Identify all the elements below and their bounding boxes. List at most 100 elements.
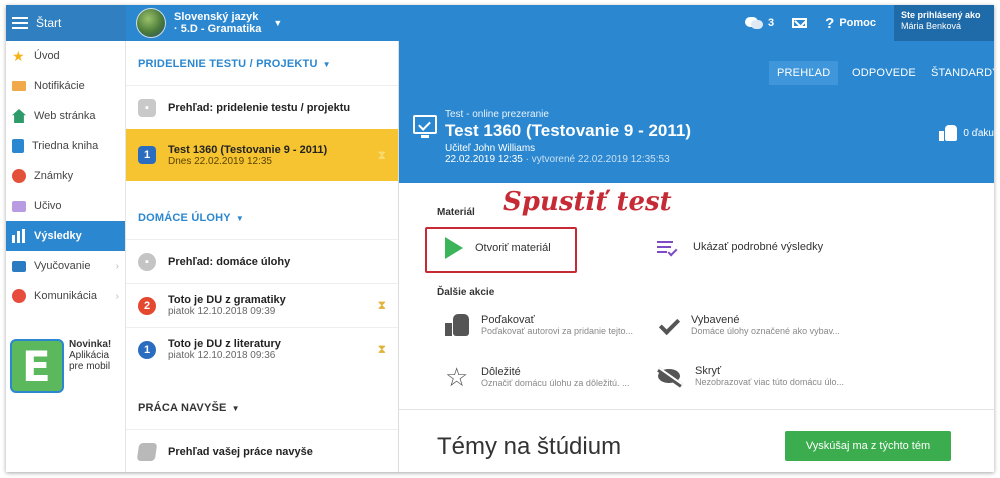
home-icon: [12, 109, 26, 123]
subject-class: · 5.D - Gramatika: [174, 23, 262, 35]
overview-tests-row[interactable]: ▪ Prehľad: pridelenie testu / projektu: [126, 85, 398, 129]
action-title: Skryť: [695, 365, 722, 377]
presentation-icon: [413, 115, 437, 138]
sidebar-item-uvod[interactable]: ★ Úvod: [6, 41, 125, 71]
teacher-name: Učiteľ John Williams: [445, 143, 536, 154]
section-header-extra-work[interactable]: PRÁCA NAVYŠE ▼: [126, 385, 398, 429]
star-outline-icon: ☆: [445, 362, 469, 392]
sidebar-item-komunikacia[interactable]: Komunikácia ›: [6, 281, 125, 311]
row-text: Toto je DU z literatury piatok 12.10.201…: [168, 338, 281, 361]
row-number: 2: [138, 296, 156, 315]
row-date: piatok 12.10.2018 09:39: [168, 306, 276, 317]
sidebar-item-label: Úvod: [34, 50, 60, 62]
subject-selector[interactable]: Slovenský jazyk · 5.D - Gramatika ▼: [136, 8, 282, 38]
hourglass-icon: ⧗: [377, 342, 386, 356]
row-title: Test 1360 (Testovanie 9 - 2011): [168, 143, 328, 156]
test-date: 22.02.2019 12:35: [445, 154, 523, 165]
top-bar-right: 3 ? Pomoc Ste prihlásený ako Mária Benko…: [745, 5, 994, 41]
thank-action[interactable]: Poďakovať Poďakovať autorovi za pridanie…: [445, 314, 633, 336]
action-text: Poďakovať Poďakovať autorovi za pridanie…: [481, 314, 633, 336]
row-number: 1: [138, 340, 156, 359]
sidebar: ★ Úvod Notifikácie Web stránka Triedna k…: [6, 41, 126, 472]
important-action[interactable]: ☆ Dôležité Označiť domácu úlohu za dôlež…: [445, 362, 630, 392]
row-text: Toto je DU z gramatiky piatok 12.10.2018…: [168, 294, 286, 317]
top-bar: Štart Slovenský jazyk · 5.D - Gramatika …: [6, 5, 994, 41]
thumbs-up-icon: [445, 314, 469, 336]
homework-row[interactable]: 1 Toto je DU z literatury piatok 12.10.2…: [126, 327, 398, 371]
done-action[interactable]: Vybavené Domáce úlohy označené ako vybav…: [657, 314, 840, 336]
chevron-down-icon: ▼: [273, 18, 283, 28]
section-title: DOMÁCE ÚLOHY: [138, 212, 231, 224]
action-text: Vybavené Domáce úlohy označené ako vybav…: [691, 314, 840, 336]
hide-action[interactable]: Skryť Nezobrazovať viac túto domácu úlo.…: [657, 365, 844, 387]
messages-button[interactable]: 3: [745, 16, 775, 30]
help-button[interactable]: ? Pomoc: [825, 15, 876, 32]
sidebar-item-vysledky[interactable]: Výsledky: [6, 221, 125, 251]
test-row-selected[interactable]: 1 Test 1360 (Testovanie 9 - 2011) Dnes 2…: [126, 129, 398, 181]
material-heading: Materiál: [437, 207, 475, 218]
start-menu-button[interactable]: Štart: [6, 5, 126, 41]
divider: [399, 409, 994, 410]
test-dates: 22.02.2019 12:35 · vytvorené 22.02.2019 …: [445, 154, 691, 165]
section-title: PRÁCA NAVYŠE: [138, 402, 227, 414]
promo-title: Novinka!: [69, 339, 112, 350]
section-header-homework[interactable]: DOMÁCE ÚLOHY ▼: [126, 195, 398, 239]
tab-odpovede[interactable]: ODPOVEDE: [844, 61, 924, 85]
test-me-topics-button[interactable]: Vyskúšaj ma z týchto tém: [785, 431, 951, 461]
show-results-button[interactable]: Ukázať podrobné výsledky: [657, 239, 824, 257]
teaching-icon: [12, 260, 26, 272]
user-info[interactable]: Ste prihlásený ako Mária Benková: [894, 5, 994, 41]
test-header: Test - online prezeranie Test 1360 (Test…: [399, 105, 994, 183]
chevron-down-icon: ▼: [231, 404, 240, 413]
overview-icon: ▪: [138, 252, 156, 271]
logged-in-label: Ste prihlásený ako: [901, 10, 981, 20]
tab-standardy[interactable]: ŠTANDARDY: [923, 61, 994, 85]
sidebar-item-znamky[interactable]: Známky: [6, 161, 125, 191]
subject-title: Slovenský jazyk: [174, 11, 259, 23]
chevron-right-icon: ›: [115, 260, 119, 272]
results-list-icon: [657, 239, 681, 257]
sidebar-item-vyucovanie[interactable]: Vyučovanie ›: [6, 251, 125, 281]
annotation-label: Spustiť test: [503, 187, 672, 217]
overview-homework-row[interactable]: ▪ Prehľad: domáce úlohy: [126, 239, 398, 283]
main-panel: PREHĽAD ODPOVEDE ŠTANDARDY Test - online…: [399, 41, 994, 472]
more-actions-heading: Ďalšie akcie: [437, 287, 495, 298]
sidebar-item-ucivo[interactable]: Učivo: [6, 191, 125, 221]
subject-name: Slovenský jazyk · 5.D - Gramatika: [174, 11, 261, 35]
messages-count: 3: [768, 17, 775, 29]
learning-icon: [12, 200, 26, 212]
overview-extra-work-row[interactable]: Prehľad vašej práce navyše: [126, 429, 398, 472]
menu-icon: [12, 17, 28, 29]
chat-icon: [12, 289, 26, 303]
document-icon: [136, 442, 158, 461]
sidebar-item-label: Učivo: [34, 200, 62, 212]
sidebar-item-label: Vyučovanie: [34, 260, 91, 272]
homework-row[interactable]: 2 Toto je DU z gramatiky piatok 12.10.20…: [126, 283, 398, 327]
action-description: Domáce úlohy označené ako vybav...: [691, 326, 840, 336]
action-description: Označiť domácu úlohu za dôležitú. ...: [481, 378, 630, 388]
book-icon: [12, 139, 24, 153]
action-description: Nezobrazovať viac túto domácu úlo...: [695, 377, 844, 387]
tab-prehlad[interactable]: PREHĽAD: [769, 61, 839, 85]
sidebar-item-web-stranka[interactable]: Web stránka: [6, 101, 125, 131]
sidebar-item-label: Známky: [34, 170, 74, 182]
chevron-down-icon: ▼: [322, 60, 331, 69]
mobile-app-promo[interactable]: E Novinka! Aplikácia pre mobil: [10, 339, 122, 395]
checkmark-icon: [657, 314, 679, 336]
section-title: PRIDELENIE TESTU / PROJEKTU: [138, 58, 318, 70]
overview-icon: ▪: [138, 98, 156, 117]
sidebar-item-label: Výsledky: [34, 230, 82, 242]
row-title: Prehľad: pridelenie testu / projektu: [168, 101, 351, 114]
sidebar-item-notifikacie[interactable]: Notifikácie: [6, 71, 125, 101]
tab-bar: PREHĽAD ODPOVEDE ŠTANDARDY: [399, 41, 994, 105]
section-header-tests[interactable]: PRIDELENIE TESTU / PROJEKTU ▼: [126, 41, 398, 85]
sidebar-item-label: Web stránka: [34, 110, 96, 122]
grades-icon: [12, 169, 26, 183]
mail-button[interactable]: [792, 18, 808, 28]
app-window: Štart Slovenský jazyk · 5.D - Gramatika …: [6, 5, 994, 472]
open-material-button[interactable]: Otvoriť materiál: [445, 237, 551, 259]
show-results-label: Ukázať podrobné výsledky: [693, 241, 824, 253]
thanks-button[interactable]: 0 ďaku: [939, 125, 994, 141]
sidebar-item-triedna-kniha[interactable]: Triedna kniha: [6, 131, 125, 161]
edupage-logo-icon: E: [10, 339, 64, 393]
